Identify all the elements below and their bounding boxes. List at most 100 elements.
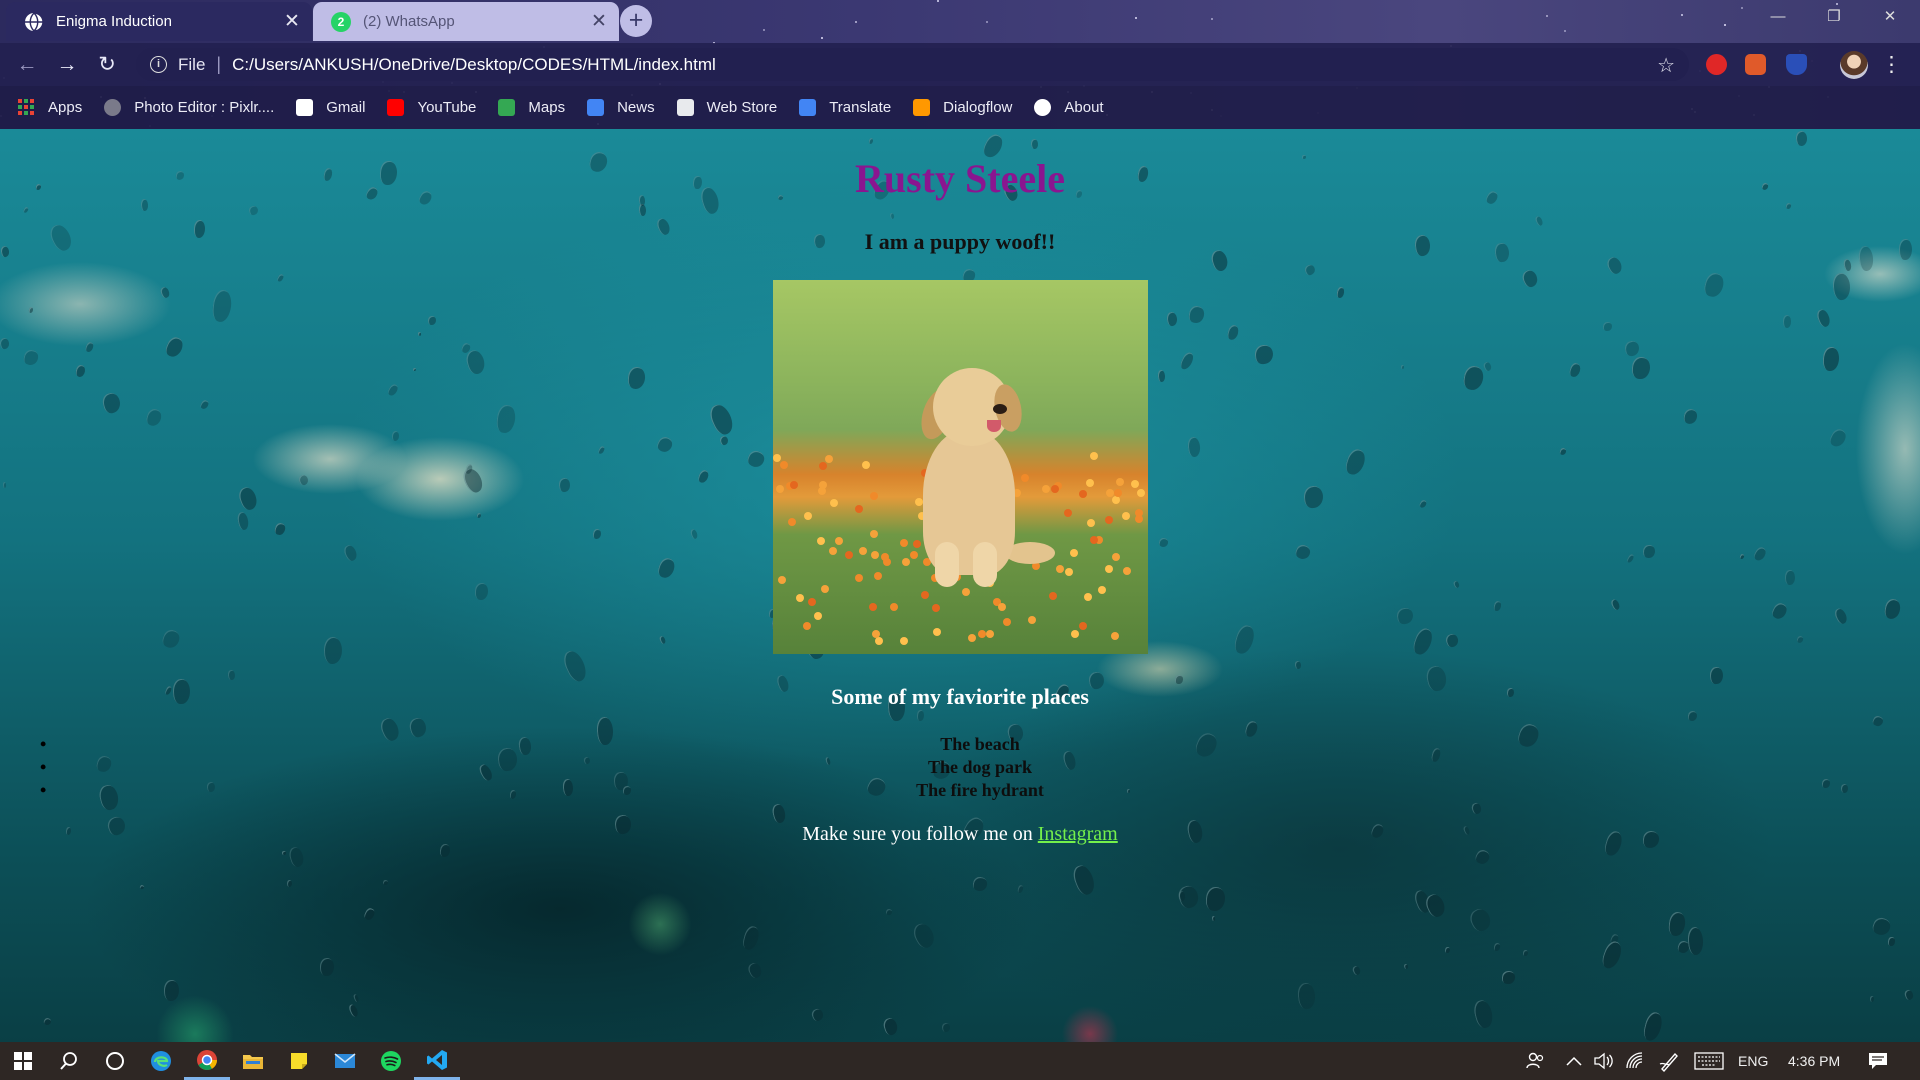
extension-office-icon[interactable] <box>1745 54 1766 75</box>
flower <box>913 540 922 549</box>
flower <box>873 572 882 581</box>
notification-icon[interactable] <box>1868 1042 1888 1080</box>
raindrop <box>347 1003 361 1018</box>
bookmark-photo-editor-pixlr[interactable]: Photo Editor : Pixlr.... <box>104 99 274 116</box>
edge-icon[interactable] <box>138 1042 184 1080</box>
bookmark-maps[interactable]: Maps <box>498 99 565 116</box>
raindrop <box>1599 939 1625 971</box>
tab-whatsapp[interactable]: 2 (2) WhatsApp ✕ <box>313 2 619 41</box>
reload-button[interactable]: ↻ <box>93 51 121 79</box>
raindrop <box>689 528 699 540</box>
new-tab-button[interactable]: + <box>620 5 652 37</box>
raindrop <box>1631 357 1650 381</box>
restore-button[interactable]: ❐ <box>1806 0 1862 34</box>
bookmark-dialogflow[interactable]: Dialogflow <box>913 99 1012 116</box>
bookmarks-bar: Apps Photo Editor : Pixlr.... Gmail YouTube… <box>0 86 1920 129</box>
tab-enigma-induction[interactable]: Enigma Induction ✕ <box>6 2 312 41</box>
raindrop <box>1493 600 1502 612</box>
raindrop <box>697 468 711 484</box>
raindrop <box>1796 635 1805 645</box>
scheme-label: File <box>178 54 206 74</box>
address-bar[interactable]: i File | C:/Users/ANKUSH/OneDrive/Deskto… <box>136 48 1689 81</box>
minimize-button[interactable]: — <box>1750 0 1806 34</box>
page-title: Rusty Steele <box>855 156 1065 201</box>
tab-close-icon[interactable]: ✕ <box>282 10 302 33</box>
raindrop <box>658 634 667 644</box>
flower <box>1065 567 1074 576</box>
raindrop <box>1178 350 1196 372</box>
raindrop <box>656 556 678 580</box>
vscode-icon[interactable] <box>414 1042 460 1080</box>
people-icon[interactable] <box>1526 1042 1546 1080</box>
bookmark-web-store[interactable]: Web Store <box>676 99 777 116</box>
flower <box>854 505 863 514</box>
pen-workspace-icon[interactable] <box>1658 1042 1680 1080</box>
profile-avatar[interactable] <box>1840 51 1868 79</box>
flower <box>997 603 1006 612</box>
flower <box>1078 490 1087 499</box>
bookmark-gmail[interactable]: Gmail <box>296 99 365 116</box>
mail-icon[interactable] <box>322 1042 368 1080</box>
flower <box>1063 508 1072 517</box>
flower <box>820 585 829 594</box>
raindrop <box>868 137 874 144</box>
raindrop <box>1784 569 1796 586</box>
raindrop <box>1870 915 1893 938</box>
flower <box>788 518 797 527</box>
windows-start-icon[interactable] <box>0 1042 46 1080</box>
wifi-icon[interactable] <box>1626 1042 1646 1080</box>
raindrop <box>1225 323 1240 341</box>
clock[interactable]: 4:36 PM <box>1788 1042 1840 1080</box>
raindrop <box>1166 311 1179 327</box>
tab-close-icon[interactable]: ✕ <box>589 10 609 33</box>
raindrop <box>1641 1010 1665 1042</box>
bookmark-about[interactable]: About <box>1034 99 1104 116</box>
forward-button[interactable]: → <box>53 51 81 79</box>
bookmark-youtube[interactable]: YouTube <box>387 99 476 116</box>
file-explorer-icon[interactable] <box>230 1042 276 1080</box>
raindrop <box>412 367 417 371</box>
spotify-icon[interactable] <box>368 1042 414 1080</box>
flower <box>1105 564 1114 573</box>
url-text[interactable]: C:/Users/ANKUSH/OneDrive/Desktop/CODES/H… <box>232 55 716 75</box>
bookmark-translate[interactable]: Translate <box>799 99 891 116</box>
puppy-photo <box>773 280 1148 654</box>
bookmark-apps[interactable]: Apps <box>18 99 82 116</box>
touch-keyboard-icon[interactable] <box>1694 1042 1724 1080</box>
raindrop <box>22 348 39 367</box>
extension-shield-icon[interactable] <box>1706 54 1727 75</box>
volume-icon[interactable] <box>1594 1042 1614 1080</box>
bookmark-news[interactable]: News <box>587 99 655 116</box>
back-button[interactable]: ← <box>13 51 41 79</box>
bookmark-label: YouTube <box>417 99 477 116</box>
raindrop <box>1395 606 1414 625</box>
extension-security-icon[interactable] <box>1786 54 1807 75</box>
raindrop <box>227 669 236 681</box>
raindrop <box>363 906 377 922</box>
language-indicator[interactable]: ENG <box>1738 1042 1768 1080</box>
cortana-icon[interactable] <box>92 1042 138 1080</box>
flower <box>1111 552 1120 561</box>
flower <box>862 460 871 469</box>
raindrop <box>1624 339 1641 357</box>
chrome-icon[interactable] <box>184 1042 230 1080</box>
tagline: I am a puppy woof!! <box>864 229 1056 254</box>
flower <box>1113 488 1122 497</box>
sticky-notes-icon[interactable] <box>276 1042 322 1080</box>
window-close-button[interactable]: ✕ <box>1862 0 1918 34</box>
raindrop <box>495 403 517 434</box>
browser-toolbar: ← → ↻ i File | C:/Users/ANKUSH/OneDrive/… <box>0 43 1920 86</box>
flower <box>869 492 878 501</box>
site-info-icon[interactable]: i <box>150 56 167 73</box>
flower <box>869 530 878 539</box>
raindrop <box>1604 255 1625 277</box>
list-item: The beach <box>40 733 1920 756</box>
instagram-link[interactable]: Instagram <box>1038 823 1118 845</box>
browser-menu-icon[interactable]: ⋮ <box>1881 51 1902 79</box>
raindrop <box>770 802 788 825</box>
chevron-up-icon[interactable] <box>1566 1042 1582 1080</box>
bookmark-star-icon[interactable]: ☆ <box>1657 53 1675 78</box>
flower <box>830 498 839 507</box>
flower <box>790 480 799 489</box>
search-icon[interactable] <box>46 1042 92 1080</box>
